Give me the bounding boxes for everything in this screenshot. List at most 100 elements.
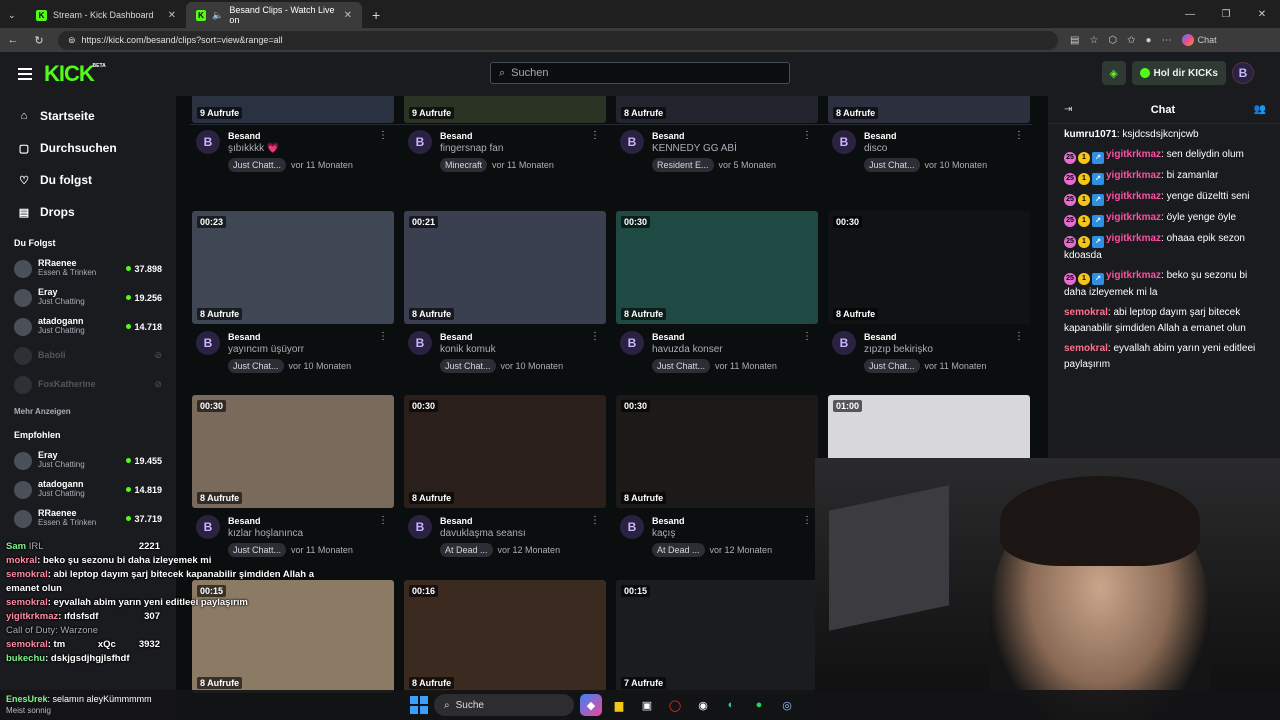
- chat-username[interactable]: yigitkrkmaz: [1106, 191, 1161, 202]
- spotify-icon[interactable]: ●: [748, 694, 770, 716]
- clip-thumbnail[interactable]: 00:16 8 Aufrufe: [404, 580, 606, 693]
- copilot-button[interactable]: Chat: [1181, 34, 1217, 46]
- channel-avatar[interactable]: B: [408, 331, 432, 355]
- clip-card[interactable]: 9 Aufrufe B Besand fingersnap fan Minecraft v…: [404, 96, 606, 172]
- clip-thumbnail[interactable]: 8 Aufrufe: [828, 96, 1030, 123]
- store-icon[interactable]: ▣: [636, 694, 658, 716]
- clip-title[interactable]: yayıncım üşüyorr: [228, 343, 394, 357]
- category-tag[interactable]: Just Chat...: [228, 358, 284, 373]
- clip-card[interactable]: 00:16 8 Aufrufe: [404, 580, 606, 693]
- clip-thumbnail[interactable]: 00:30 8 Aufrufe: [828, 211, 1030, 324]
- clip-author[interactable]: Besand: [652, 331, 818, 343]
- clip-title[interactable]: kızlar hoşlanınca: [228, 527, 394, 541]
- clip-card[interactable]: 00:21 8 Aufrufe B Besand konik komuk Just Cha…: [404, 211, 606, 373]
- category-tag[interactable]: Just Chat...: [440, 358, 496, 373]
- channel-avatar[interactable]: B: [620, 515, 644, 539]
- clip-author[interactable]: Besand: [228, 515, 394, 527]
- clip-card[interactable]: 00:30 8 Aufrufe B Besand zıpzıp bekirişko Jus…: [828, 211, 1030, 373]
- folder-icon[interactable]: ▆: [608, 694, 630, 716]
- more-icon[interactable]: ⋯: [1162, 35, 1172, 46]
- clip-thumbnail[interactable]: 9 Aufrufe: [404, 96, 606, 123]
- clip-card[interactable]: 8 Aufrufe B Besand KENNEDY GG ABİ Resident E…: [616, 96, 818, 172]
- clip-author[interactable]: Besand: [864, 130, 1030, 142]
- category-tag[interactable]: At Dead ...: [652, 542, 705, 557]
- clip-thumbnail[interactable]: 00:23 8 Aufrufe: [192, 211, 394, 324]
- category-tag[interactable]: Minecraft: [440, 157, 488, 172]
- taskbar-search[interactable]: ⌕ Suche: [434, 694, 574, 716]
- close-icon[interactable]: ✕: [168, 10, 176, 21]
- more-options-icon[interactable]: ⋮: [378, 331, 388, 342]
- clip-title[interactable]: şıbıkkkk 💗: [228, 142, 394, 156]
- channel-avatar[interactable]: B: [620, 331, 644, 355]
- more-options-icon[interactable]: ⋮: [378, 130, 388, 141]
- sidebar-item-drops[interactable]: ▤ Drops: [0, 196, 176, 228]
- channel-row[interactable]: atadogann Just Chatting 14.819: [0, 475, 176, 504]
- channel-row[interactable]: RRaenee Essen & Trinken 37.719: [0, 504, 176, 533]
- clip-card[interactable]: 00:23 8 Aufrufe B Besand yayıncım üşüyorr Jus…: [192, 211, 394, 373]
- clip-title[interactable]: davuklaşma seansı: [440, 527, 606, 541]
- chat-username[interactable]: yigitkrkmaz: [1106, 149, 1161, 160]
- category-tag[interactable]: Just Chatt...: [652, 358, 711, 373]
- extensions-icon[interactable]: ⬡: [1108, 35, 1117, 46]
- menu-icon[interactable]: [18, 68, 32, 80]
- clip-author[interactable]: Besand: [652, 515, 818, 527]
- clip-title[interactable]: havuzda konser: [652, 343, 818, 357]
- get-kicks-button[interactable]: Hol dir KICKs: [1131, 61, 1226, 85]
- more-options-icon[interactable]: ⋮: [590, 515, 600, 526]
- clip-thumbnail[interactable]: 00:30 8 Aufrufe: [616, 395, 818, 508]
- clip-title[interactable]: fingersnap fan: [440, 142, 606, 156]
- category-tag[interactable]: At Dead ...: [440, 542, 493, 557]
- chat-username[interactable]: semokral: [1064, 307, 1108, 318]
- opera-icon[interactable]: ◯: [664, 694, 686, 716]
- reload-icon[interactable]: ↻: [26, 34, 52, 47]
- clip-thumbnail[interactable]: 9 Aufrufe: [192, 96, 394, 123]
- gift-icon[interactable]: ◈: [1101, 61, 1126, 85]
- clip-thumbnail[interactable]: 00:21 8 Aufrufe: [404, 211, 606, 324]
- windows-start-icon[interactable]: [410, 696, 428, 714]
- clip-title[interactable]: kaçış: [652, 527, 818, 541]
- more-options-icon[interactable]: ⋮: [378, 515, 388, 526]
- sidebar-item-durchsuchen[interactable]: ▢ Durchsuchen: [0, 132, 176, 164]
- collapse-chat-icon[interactable]: ⇥: [1064, 104, 1072, 115]
- channel-avatar[interactable]: B: [832, 130, 856, 154]
- obs-icon[interactable]: ◉: [692, 694, 714, 716]
- clip-card[interactable]: 8 Aufrufe B Besand disco Just Chat... vor 10 …: [828, 96, 1030, 172]
- clip-thumbnail[interactable]: 00:30 8 Aufrufe: [616, 211, 818, 324]
- clip-thumbnail[interactable]: 00:30 8 Aufrufe: [192, 395, 394, 508]
- show-more-link[interactable]: Mehr Anzeigen: [0, 399, 176, 420]
- sidebar-item-du-folgst[interactable]: ♡ Du folgst: [0, 164, 176, 196]
- more-options-icon[interactable]: ⋮: [590, 331, 600, 342]
- category-tag[interactable]: Just Chat...: [864, 358, 920, 373]
- clip-card[interactable]: 00:30 8 Aufrufe B Besand kızlar hoşlanınca Ju…: [192, 395, 394, 557]
- clip-title[interactable]: KENNEDY GG ABİ: [652, 142, 818, 156]
- chat-username[interactable]: semokral: [1064, 343, 1108, 354]
- search-input[interactable]: ⌕ Suchen: [490, 62, 790, 84]
- category-tag[interactable]: Resident E...: [652, 157, 714, 172]
- clip-card[interactable]: 9 Aufrufe B Besand şıbıkkkk 💗 Just Chatt... v…: [192, 96, 394, 172]
- channel-row[interactable]: Baboli ⊘: [0, 341, 176, 370]
- chat-username[interactable]: yigitkrkmaz: [1106, 170, 1161, 181]
- channel-row[interactable]: atadogann Just Chatting 14.718: [0, 312, 176, 341]
- clip-thumbnail[interactable]: 8 Aufrufe: [616, 96, 818, 123]
- category-tag[interactable]: Just Chatt...: [228, 157, 287, 172]
- clip-title[interactable]: disco: [864, 142, 1030, 156]
- clip-author[interactable]: Besand: [228, 331, 394, 343]
- clip-card[interactable]: 00:30 8 Aufrufe B Besand davuklaşma seansı At…: [404, 395, 606, 557]
- back-icon[interactable]: ←: [0, 34, 26, 46]
- clip-author[interactable]: Besand: [440, 331, 606, 343]
- address-input[interactable]: ⊜ https://kick.com/besand/clips?sort=vie…: [58, 30, 1058, 50]
- new-tab-button[interactable]: +: [362, 2, 392, 28]
- browser-tab-clips[interactable]: K 🔈 Besand Clips - Watch Live on ✕: [186, 2, 362, 28]
- channel-avatar[interactable]: B: [408, 130, 432, 154]
- tab-list-button[interactable]: ⌄: [0, 2, 26, 28]
- chat-username[interactable]: yigitkrkmaz: [1106, 212, 1161, 223]
- channel-row[interactable]: Eray Just Chatting 19.455: [0, 446, 176, 475]
- browser-tab-dashboard[interactable]: K Stream - Kick Dashboard ✕: [26, 2, 186, 28]
- channel-avatar[interactable]: B: [196, 515, 220, 539]
- maximize-icon[interactable]: ❐: [1208, 0, 1244, 28]
- reader-icon[interactable]: ▤: [1070, 35, 1079, 46]
- clip-card[interactable]: 00:30 8 Aufrufe B Besand kaçış At Dead ... vor…: [616, 395, 818, 557]
- profile-icon[interactable]: ●: [1146, 35, 1152, 46]
- sidebar-item-startseite[interactable]: ⌂ Startseite: [0, 100, 176, 132]
- channel-avatar[interactable]: B: [196, 130, 220, 154]
